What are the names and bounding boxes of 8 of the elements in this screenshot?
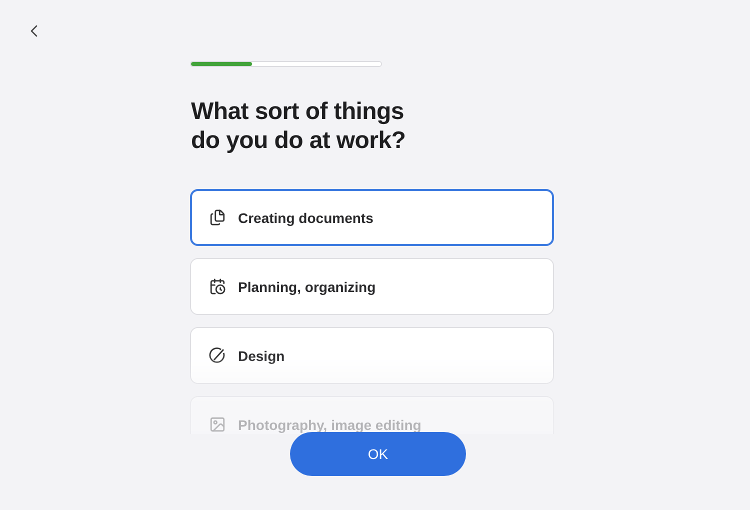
image-icon [209,416,226,433]
option-card[interactable]: Creating documents [190,189,554,246]
documents-icon [209,209,226,226]
ok-button[interactable]: OK [290,432,466,476]
option-card[interactable]: Design [190,327,554,384]
calendar-clock-icon [209,278,226,295]
option-card[interactable]: Planning, organizing [190,258,554,315]
question-title: What sort of things do you do at work? [191,97,407,155]
